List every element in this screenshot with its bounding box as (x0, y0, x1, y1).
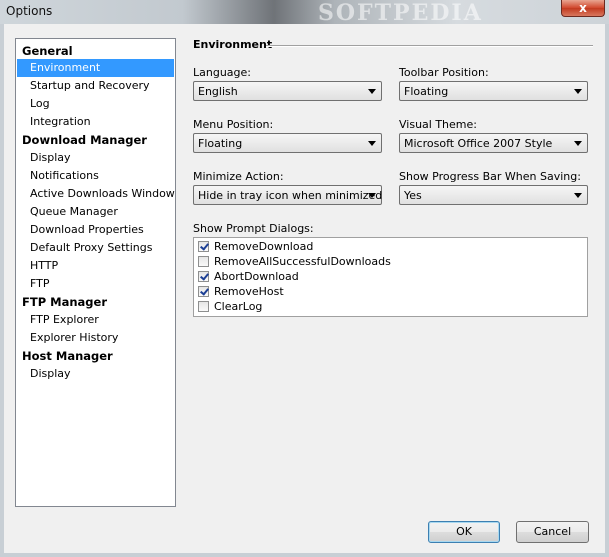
tree-item-integration[interactable]: Integration (30, 113, 95, 131)
language-label: Language: (193, 66, 251, 79)
tree-item-environment[interactable]: Environment (17, 59, 174, 77)
tree-item-label: Display (30, 151, 71, 164)
tree-item-label: Display (30, 367, 71, 380)
minimize-action-value: Hide in tray icon when minimized (198, 189, 383, 202)
prompt-item-clear-log[interactable]: ClearLog (198, 300, 262, 315)
prompt-item-remove-download[interactable]: RemoveDownload (198, 240, 313, 255)
tree-item-http[interactable]: HTTP (30, 257, 62, 275)
tree-item-label: Explorer History (30, 331, 119, 344)
options-tree[interactable]: General Environment Startup and Recovery… (15, 38, 176, 507)
visual-theme-value: Microsoft Office 2007 Style (404, 137, 553, 150)
chevron-down-icon (368, 141, 376, 146)
prompt-dialogs-list[interactable]: RemoveDownload RemoveAllSuccessfulDownlo… (193, 237, 588, 317)
prompt-item-label: AbortDownload (214, 270, 299, 283)
tree-item-label: Notifications (30, 169, 99, 182)
ok-button[interactable]: OK (428, 521, 500, 543)
minimize-action-label: Minimize Action: (193, 170, 284, 183)
prompt-item-remove-all-successful[interactable]: RemoveAllSuccessfulDownloads (198, 255, 391, 270)
tree-item-queue-manager[interactable]: Queue Manager (30, 203, 122, 221)
tree-item-notifications[interactable]: Notifications (30, 167, 103, 185)
section-title: Environment (193, 38, 273, 51)
tree-item-label: Environment (30, 61, 101, 74)
checkbox[interactable] (198, 241, 209, 252)
language-value: English (198, 85, 238, 98)
tree-item-explorer-history[interactable]: Explorer History (30, 329, 122, 347)
tree-item-host-display[interactable]: Display (30, 365, 75, 383)
minimize-action-select[interactable]: Hide in tray icon when minimized (193, 185, 382, 205)
tree-item-label: Default Proxy Settings (30, 241, 153, 254)
prompt-item-remove-host[interactable]: RemoveHost (198, 285, 284, 300)
chevron-down-icon (574, 89, 582, 94)
tree-item-default-proxy-settings[interactable]: Default Proxy Settings (30, 239, 156, 257)
window-frame-bottom (0, 553, 609, 557)
tree-item-label: Download Properties (30, 223, 144, 236)
tree-item-display[interactable]: Display (30, 149, 75, 167)
close-button[interactable]: x (561, 0, 605, 17)
window-frame-right (605, 24, 609, 557)
prompt-item-label: ClearLog (214, 300, 263, 313)
language-select[interactable]: English (193, 81, 382, 101)
tree-item-label: Active Downloads Window (30, 187, 175, 200)
watermark: SOFTPEDIA (318, 0, 483, 26)
tree-item-label: Queue Manager (30, 205, 118, 218)
prompt-item-label: RemoveDownload (214, 240, 314, 253)
chevron-down-icon (368, 193, 376, 198)
checkbox[interactable] (198, 271, 209, 282)
tree-item-label: FTP Explorer (30, 313, 99, 326)
progress-bar-label: Show Progress Bar When Saving: (399, 170, 581, 183)
prompt-item-label: RemoveHost (214, 285, 284, 298)
tree-item-download-properties[interactable]: Download Properties (30, 221, 148, 239)
tree-item-startup-recovery[interactable]: Startup and Recovery (30, 77, 154, 95)
visual-theme-select[interactable]: Microsoft Office 2007 Style (399, 133, 588, 153)
close-icon: x (579, 1, 587, 15)
tree-item-ftp-explorer[interactable]: FTP Explorer (30, 311, 103, 329)
tree-group-general[interactable]: General (22, 42, 73, 60)
menu-position-label: Menu Position: (193, 118, 274, 131)
tree-group-host-manager[interactable]: Host Manager (22, 347, 113, 365)
tree-item-label: FTP (30, 277, 50, 290)
tree-item-label: Integration (30, 115, 91, 128)
tree-item-log[interactable]: Log (30, 95, 54, 113)
visual-theme-label: Visual Theme: (399, 118, 477, 131)
checkbox[interactable] (198, 256, 209, 267)
progress-bar-select[interactable]: Yes (399, 185, 588, 205)
menu-position-select[interactable]: Floating (193, 133, 382, 153)
checkbox[interactable] (198, 301, 209, 312)
chevron-down-icon (574, 141, 582, 146)
window-title: Options (6, 4, 53, 18)
tree-item-label: Startup and Recovery (30, 79, 150, 92)
tree-group-download-manager[interactable]: Download Manager (22, 131, 147, 149)
tree-item-ftp[interactable]: FTP (30, 275, 54, 293)
prompt-dialogs-label: Show Prompt Dialogs: (193, 222, 314, 235)
chevron-down-icon (574, 193, 582, 198)
tree-group-ftp-manager[interactable]: FTP Manager (22, 293, 107, 311)
progress-bar-value: Yes (404, 189, 422, 202)
menu-position-value: Floating (198, 137, 243, 150)
toolbar-position-select[interactable]: Floating (399, 81, 588, 101)
checkbox[interactable] (198, 286, 209, 297)
tree-item-active-downloads-window[interactable]: Active Downloads Window (30, 185, 179, 203)
prompt-item-label: RemoveAllSuccessfulDownloads (214, 255, 391, 268)
title-bar: Options SOFTPEDIA x (0, 0, 609, 26)
tree-item-label: Log (30, 97, 50, 110)
section-divider (266, 45, 593, 47)
prompt-item-abort-download[interactable]: AbortDownload (198, 270, 299, 285)
tree-item-label: HTTP (30, 259, 59, 272)
chevron-down-icon (368, 89, 376, 94)
toolbar-position-label: Toolbar Position: (399, 66, 489, 79)
toolbar-position-value: Floating (404, 85, 449, 98)
cancel-button[interactable]: Cancel (516, 521, 589, 543)
